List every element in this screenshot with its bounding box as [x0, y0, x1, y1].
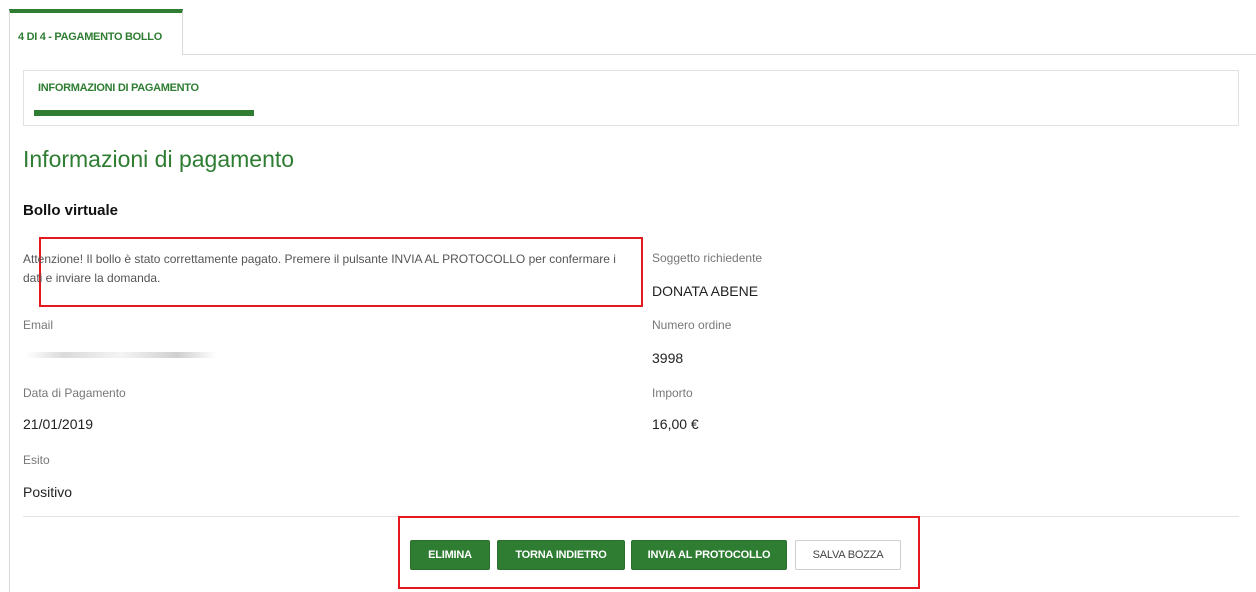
- importo-value: 16,00 €: [652, 416, 699, 432]
- section-subtitle: Bollo virtuale: [23, 202, 119, 219]
- panel-left-border: [9, 54, 10, 592]
- soggetto-label: Soggetto richiedente: [652, 251, 763, 265]
- esito-label: Esito: [23, 453, 50, 467]
- page-title: Informazioni di pagamento: [23, 146, 295, 172]
- importo-label: Importo: [652, 386, 693, 400]
- salva-bozza-button[interactable]: SALVA BOZZA: [795, 540, 901, 570]
- data-pagamento-value: 21/01/2019: [23, 416, 94, 432]
- email-label: Email: [23, 318, 54, 332]
- tab-pagamento-bollo[interactable]: 4 DI 4 - PAGAMENTO BOLLO: [9, 9, 183, 55]
- torna-indietro-button[interactable]: TORNA INDIETRO: [497, 540, 625, 570]
- email-value-redacted: [26, 352, 216, 358]
- invia-protocollo-button[interactable]: INVIA AL PROTOCOLLO: [631, 540, 787, 570]
- step-panel: INFORMAZIONI DI PAGAMENTO: [23, 70, 1239, 126]
- numero-ordine-label: Numero ordine: [652, 318, 732, 332]
- step-tab-informazioni-pagamento[interactable]: INFORMAZIONI DI PAGAMENTO: [38, 82, 199, 94]
- soggetto-value: DONATA ABENE: [652, 283, 759, 299]
- step-active-indicator: [34, 110, 254, 116]
- data-pagamento-label: Data di Pagamento: [23, 386, 126, 400]
- notice-text: Attenzione! Il bollo è stato correttamen…: [23, 252, 616, 285]
- esito-value: Positivo: [23, 484, 73, 500]
- tab-divider: [183, 54, 1256, 55]
- elimina-button[interactable]: ELIMINA: [410, 540, 490, 570]
- tab-label: 4 DI 4 - PAGAMENTO BOLLO: [18, 31, 162, 43]
- numero-ordine-value: 3998: [652, 350, 684, 366]
